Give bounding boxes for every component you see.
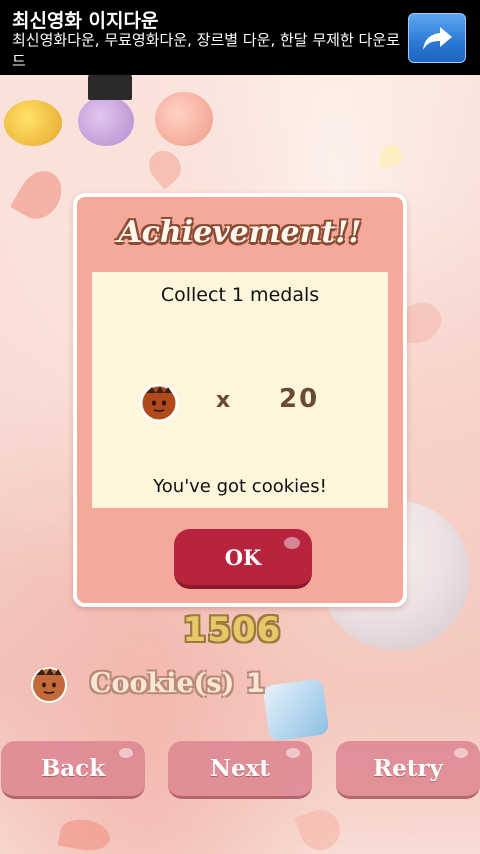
ok-button-label: OK	[224, 544, 262, 570]
achievement-description: Collect 1 medals	[160, 284, 320, 306]
retry-button[interactable]: Retry	[336, 741, 480, 799]
button-shine	[119, 748, 133, 758]
button-shine	[284, 537, 300, 549]
background-petal	[380, 145, 402, 167]
reward-count: 20	[279, 384, 320, 414]
achievement-dialog: Achievement!! Collect 1 medals x 20 You'…	[73, 193, 407, 607]
character-purple	[78, 96, 134, 146]
retry-button-label: Retry	[373, 755, 443, 782]
background-petal	[10, 163, 70, 227]
next-button[interactable]: Next	[168, 741, 312, 799]
character-yellow	[4, 100, 62, 146]
character-pink	[155, 92, 213, 146]
cookie-label: Cookie(s)	[90, 668, 235, 699]
button-shine	[286, 748, 300, 758]
back-button-label: Back	[40, 755, 106, 782]
ad-title: 최신영화 이지다운	[12, 10, 159, 32]
background-petal	[294, 804, 346, 854]
next-button-label: Next	[210, 755, 270, 782]
reward-multiplier-sign: x	[216, 388, 231, 413]
background-petal	[4, 462, 76, 534]
score-value: 1506	[182, 610, 282, 650]
ice-cube	[262, 678, 330, 742]
ad-banner[interactable]: 최신영화 이지다운 최신영화다운, 무료영화다운, 장르별 다운, 한달 무제한…	[0, 0, 480, 75]
share-arrow-icon	[423, 27, 452, 50]
ok-button[interactable]: OK	[174, 529, 312, 589]
reward-message: You've got cookies!	[153, 476, 327, 497]
back-button[interactable]: Back	[1, 741, 145, 799]
cookie-count: 1	[246, 668, 265, 699]
background-petal	[142, 144, 188, 190]
dialog-content-panel: Collect 1 medals x 20 You've got cookies…	[92, 272, 388, 508]
button-shine	[454, 748, 468, 758]
ad-share-button[interactable]	[408, 13, 466, 63]
cookie-icon	[139, 383, 179, 423]
ad-description: 최신영화다운, 무료영화다운, 장르별 다운, 한달 무제한 다운로드	[12, 31, 400, 70]
dialog-title: Achievement!!	[118, 215, 362, 250]
background-petal	[57, 815, 113, 854]
cookie-icon	[31, 667, 67, 703]
top-hat	[88, 72, 132, 100]
